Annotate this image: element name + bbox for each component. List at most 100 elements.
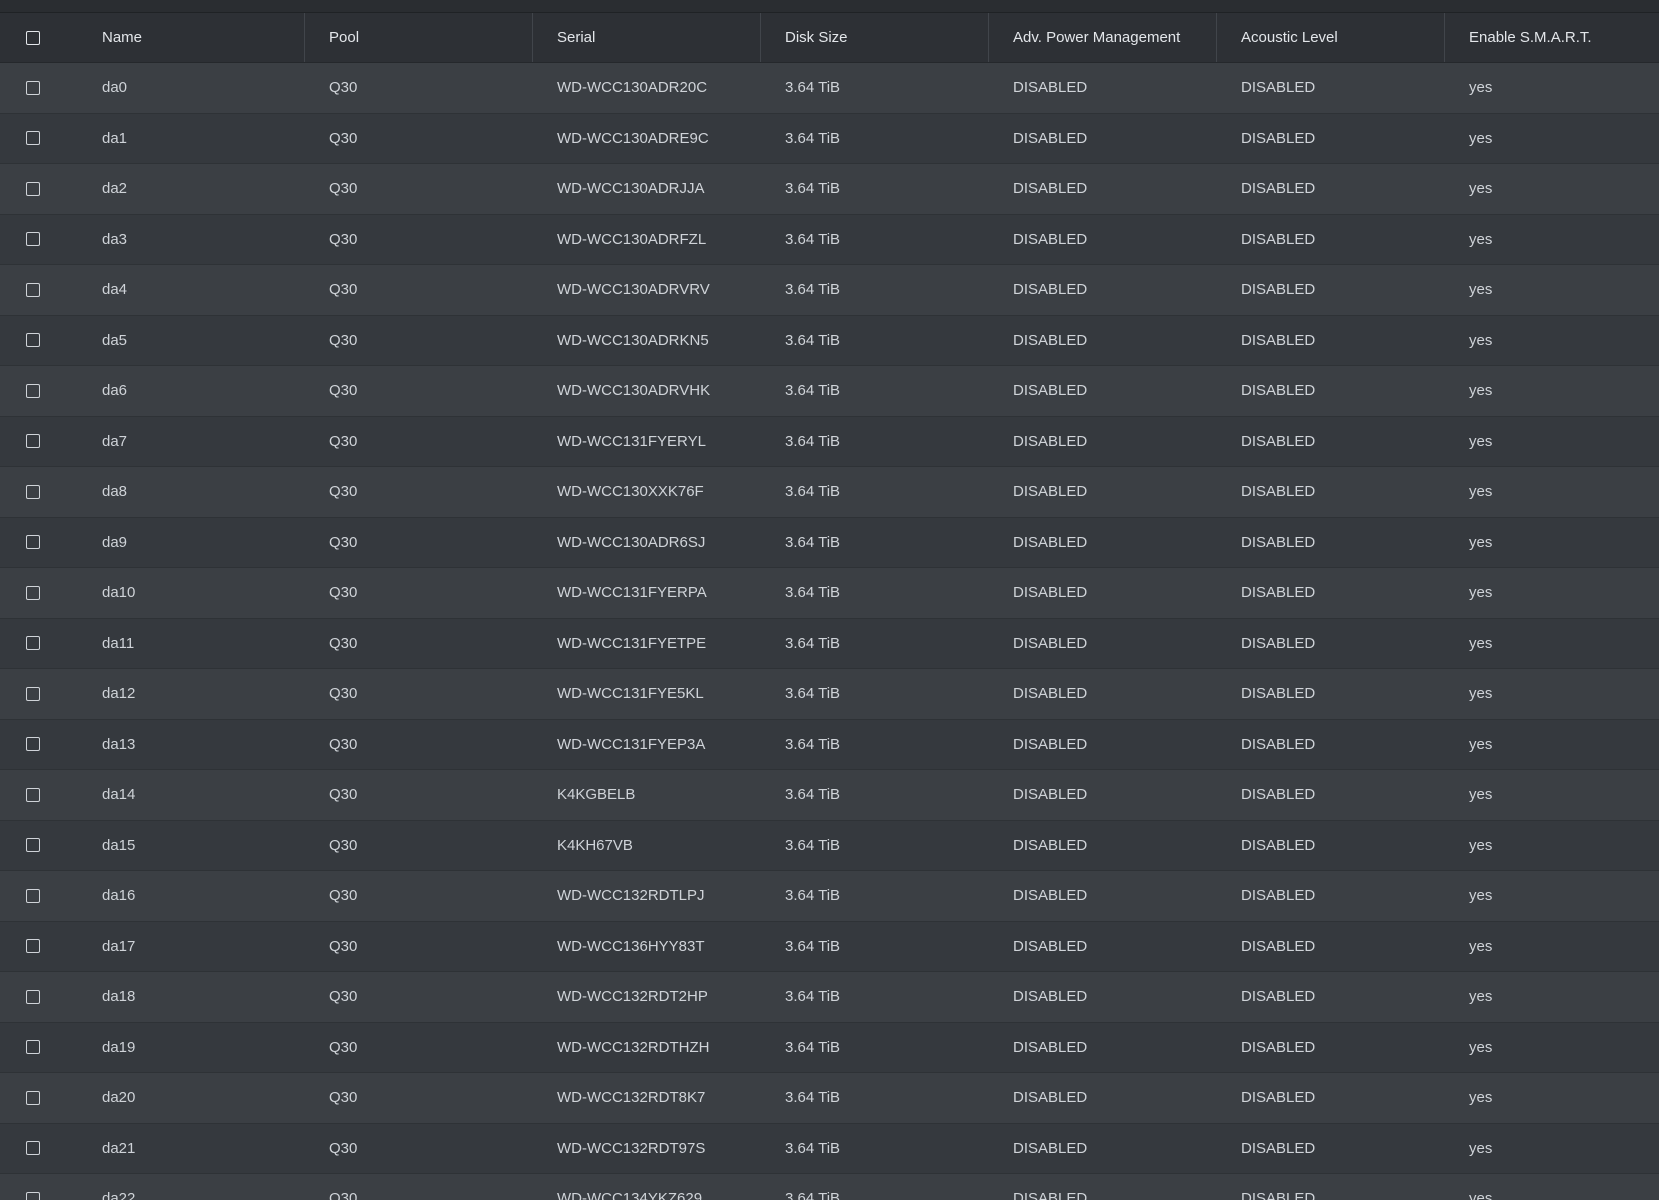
row-checkbox[interactable] (26, 535, 40, 550)
row-checkbox[interactable] (26, 838, 40, 853)
table-row[interactable]: da8 Q30 WD-WCC130XXK76F 3.64 TiB DISABLED DIS… (0, 467, 1659, 518)
disk-enable-smart: yes (1469, 685, 1493, 703)
table-row[interactable]: da16 Q30 WD-WCC132RDTLPJ 3.64 TiB DISABLED DI… (0, 871, 1659, 922)
disk-acoustic-level: DISABLED (1241, 1139, 1316, 1157)
table-row[interactable]: da7 Q30 WD-WCC131FYERYL 3.64 TiB DISABLED DIS… (0, 416, 1659, 467)
select-all-cell (0, 13, 80, 62)
table-row[interactable]: da13 Q30 WD-WCC131FYEP3A 3.64 TiB DISABLED DI… (0, 719, 1659, 770)
disk-pool: Q30 (329, 432, 358, 450)
table-row[interactable]: da20 Q30 WD-WCC132RDT8K7 3.64 TiB DISABLED DI… (0, 1073, 1659, 1124)
table-row[interactable]: da10 Q30 WD-WCC131FYERPA 3.64 TiB DISABLED DI… (0, 568, 1659, 619)
row-checkbox[interactable] (26, 1141, 40, 1156)
column-header-serial[interactable]: Serial (533, 13, 761, 62)
table-row[interactable]: da15 Q30 K4KH67VB 3.64 TiB DISABLED DISABLED y… (0, 820, 1659, 871)
table-row[interactable]: da22 Q30 WD-WCC134YKZ629 3.64 TiB DISABLED DI… (0, 1174, 1659, 1200)
row-select-cell (0, 366, 80, 416)
table-row[interactable]: da4 Q30 WD-WCC130ADRVRV 3.64 TiB DISABLED DIS… (0, 265, 1659, 316)
column-header-name[interactable]: Name (80, 13, 305, 62)
table-row[interactable]: da12 Q30 WD-WCC131FYE5KL 3.64 TiB DISABLED DI… (0, 669, 1659, 720)
row-checkbox[interactable] (26, 232, 40, 247)
row-checkbox[interactable] (26, 282, 40, 297)
disk-adv-power-management: DISABLED (1013, 79, 1088, 97)
row-select-cell (0, 972, 80, 1022)
disk-pool: Q30 (329, 735, 358, 753)
row-checkbox[interactable] (26, 686, 40, 701)
row-select-cell (0, 821, 80, 871)
disk-enable-smart: yes (1469, 1038, 1493, 1056)
column-header-adv-power-management[interactable]: Adv. Power Management (989, 13, 1217, 62)
row-checkbox[interactable] (26, 131, 40, 146)
disk-name: da16 (102, 887, 136, 905)
table-row[interactable]: da11 Q30 WD-WCC131FYETPE 3.64 TiB DISABLED DI… (0, 618, 1659, 669)
row-checkbox[interactable] (26, 181, 40, 196)
disk-serial: WD-WCC134YKZ629 (557, 1190, 703, 1200)
disk-serial: WD-WCC132RDTHZH (557, 1038, 710, 1056)
disk-adv-power-management: DISABLED (1013, 331, 1088, 349)
row-checkbox[interactable] (26, 989, 40, 1004)
disk-enable-smart: yes (1469, 584, 1493, 602)
row-checkbox[interactable] (26, 939, 40, 954)
disk-acoustic-level: DISABLED (1241, 735, 1316, 753)
disk-name: da5 (102, 331, 128, 349)
disk-enable-smart: yes (1469, 836, 1493, 854)
disk-name: da10 (102, 584, 136, 602)
column-header-acoustic-level[interactable]: Acoustic Level (1217, 13, 1445, 62)
disk-size: 3.64 TiB (785, 1038, 841, 1056)
disk-acoustic-level: DISABLED (1241, 685, 1316, 703)
disk-serial: WD-WCC131FYERPA (557, 584, 707, 602)
table-row[interactable]: da9 Q30 WD-WCC130ADR6SJ 3.64 TiB DISABLED DIS… (0, 517, 1659, 568)
table-row[interactable]: da5 Q30 WD-WCC130ADRKN5 3.64 TiB DISABLED DIS… (0, 315, 1659, 366)
table-row[interactable]: da14 Q30 K4KGBELB 3.64 TiB DISABLED DISABLED y… (0, 770, 1659, 821)
disk-serial: WD-WCC130ADRJJA (557, 180, 705, 198)
disk-adv-power-management: DISABLED (1013, 584, 1088, 602)
disk-enable-smart: yes (1469, 1089, 1493, 1107)
row-checkbox[interactable] (26, 737, 40, 752)
row-checkbox[interactable] (26, 787, 40, 802)
row-select-cell (0, 114, 80, 164)
table-row[interactable]: da17 Q30 WD-WCC136HYY83T 3.64 TiB DISABLED DI… (0, 921, 1659, 972)
table-row[interactable]: da2 Q30 WD-WCC130ADRJJA 3.64 TiB DISABLED DIS… (0, 164, 1659, 215)
column-header-pool[interactable]: Pool (305, 13, 533, 62)
disk-size: 3.64 TiB (785, 786, 841, 804)
disk-pool: Q30 (329, 937, 358, 955)
disk-acoustic-level: DISABLED (1241, 533, 1316, 551)
select-all-checkbox[interactable] (26, 30, 40, 45)
disk-pool: Q30 (329, 685, 358, 703)
disk-pool: Q30 (329, 483, 358, 501)
row-checkbox[interactable] (26, 80, 40, 95)
row-checkbox[interactable] (26, 888, 40, 903)
disk-acoustic-level: DISABLED (1241, 584, 1316, 602)
table-row[interactable]: da21 Q30 WD-WCC132RDT97S 3.64 TiB DISABLED DI… (0, 1123, 1659, 1174)
disk-pool: Q30 (329, 382, 358, 400)
disk-adv-power-management: DISABLED (1013, 634, 1088, 652)
row-checkbox[interactable] (26, 1040, 40, 1055)
disk-pool: Q30 (329, 1190, 358, 1200)
row-checkbox[interactable] (26, 585, 40, 600)
column-header-disk-size[interactable]: Disk Size (761, 13, 989, 62)
row-select-cell (0, 1023, 80, 1073)
table-row[interactable]: da1 Q30 WD-WCC130ADRE9C 3.64 TiB DISABLED DIS… (0, 113, 1659, 164)
disk-pool: Q30 (329, 786, 358, 804)
disk-pool: Q30 (329, 129, 358, 147)
disk-adv-power-management: DISABLED (1013, 129, 1088, 147)
row-checkbox[interactable] (26, 1090, 40, 1105)
table-row[interactable]: da0 Q30 WD-WCC130ADR20C 3.64 TiB DISABLED DIS… (0, 63, 1659, 114)
disk-serial: WD-WCC131FYEP3A (557, 735, 706, 753)
disk-enable-smart: yes (1469, 230, 1493, 248)
table-row[interactable]: da6 Q30 WD-WCC130ADRVHK 3.64 TiB DISABLED DIS… (0, 366, 1659, 417)
row-checkbox[interactable] (26, 484, 40, 499)
column-header-enable-smart[interactable]: Enable S.M.A.R.T. (1445, 13, 1659, 62)
disk-pool: Q30 (329, 79, 358, 97)
table-row[interactable]: da19 Q30 WD-WCC132RDTHZH 3.64 TiB DISABLED DI… (0, 1022, 1659, 1073)
disk-acoustic-level: DISABLED (1241, 483, 1316, 501)
row-checkbox[interactable] (26, 1191, 40, 1200)
disk-size: 3.64 TiB (785, 483, 841, 501)
table-row[interactable]: da18 Q30 WD-WCC132RDT2HP 3.64 TiB DISABLED DI… (0, 972, 1659, 1023)
row-checkbox[interactable] (26, 383, 40, 398)
table-row[interactable]: da3 Q30 WD-WCC130ADRFZL 3.64 TiB DISABLED DIS… (0, 214, 1659, 265)
row-checkbox[interactable] (26, 636, 40, 651)
row-checkbox[interactable] (26, 434, 40, 449)
disk-enable-smart: yes (1469, 533, 1493, 551)
row-checkbox[interactable] (26, 333, 40, 348)
disk-size: 3.64 TiB (785, 937, 841, 955)
